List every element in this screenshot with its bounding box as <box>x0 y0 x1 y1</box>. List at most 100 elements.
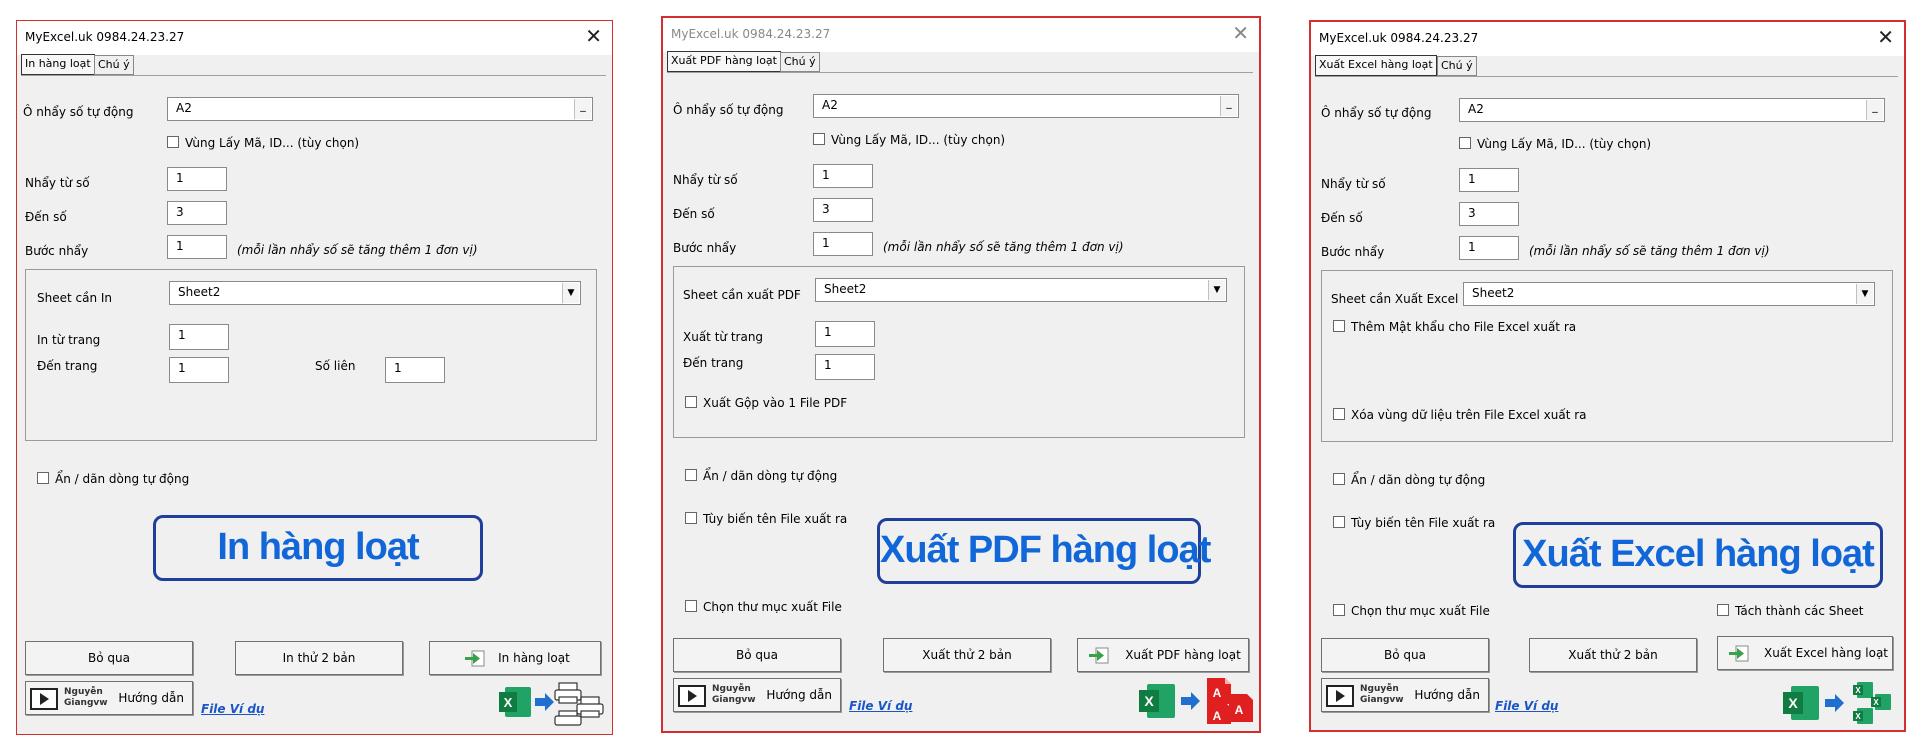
range-select-button[interactable]: _ <box>574 99 591 119</box>
help-button[interactable]: Nguyễn Giangvw Hướng dẫn <box>673 678 841 712</box>
run-export-excel-button[interactable]: Xuất Excel hàng loạt <box>1717 636 1893 670</box>
checkbox-box[interactable] <box>1333 516 1345 528</box>
choose-folder-checkbox[interactable]: Chọn thư mục xuất File <box>1333 604 1490 618</box>
rename-file-checkbox[interactable]: Tùy biến tên File xuất ra <box>1333 516 1495 530</box>
checkbox-box[interactable] <box>167 136 179 148</box>
checkbox-box[interactable] <box>1333 320 1345 332</box>
checkbox-box[interactable] <box>685 469 697 481</box>
page-to-input[interactable]: 1 <box>169 357 229 383</box>
from-input[interactable]: 1 <box>813 164 873 188</box>
choose-folder-checkbox[interactable]: Chọn thư mục xuất File <box>685 600 842 614</box>
range-select-button[interactable]: _ <box>1866 100 1883 120</box>
close-button[interactable]: ✕ <box>585 25 602 47</box>
checkbox-box[interactable] <box>685 396 697 408</box>
page-to-label: Đến trang <box>683 356 744 370</box>
rename-file-checkbox[interactable]: Tùy biến tên File xuất ra <box>685 512 847 526</box>
clear-data-checkbox[interactable]: Xóa vùng dữ liệu trên File Excel xuất ra <box>1333 408 1587 422</box>
tab-print[interactable]: In hàng loạt <box>21 54 95 75</box>
svg-text:X: X <box>504 695 513 710</box>
arrow-right-icon <box>535 693 554 711</box>
checkbox-box[interactable] <box>1333 408 1345 420</box>
sheet-select[interactable]: Sheet2 ▼ <box>815 278 1227 302</box>
id-range-checkbox[interactable]: Vùng Lấy Mã, ID... (tùy chọn) <box>167 136 359 150</box>
to-input[interactable]: 3 <box>813 198 873 222</box>
example-file-link[interactable]: File Ví dụ <box>201 702 264 716</box>
sheet-label: Sheet cần Xuất Excel <box>1331 292 1459 306</box>
help-label: Hướng dẫn <box>766 688 832 702</box>
close-button[interactable]: ✕ <box>1877 26 1894 48</box>
checkbox-box[interactable] <box>685 512 697 524</box>
dropdown-arrow-icon[interactable]: ▼ <box>1208 280 1225 300</box>
banner-title: In hàng loạt <box>153 515 483 581</box>
checkbox-box[interactable] <box>813 133 825 145</box>
skip-button[interactable]: Bỏ qua <box>25 641 193 675</box>
merge-pdf-checkbox[interactable]: Xuất Gộp vào 1 File PDF <box>685 396 847 410</box>
id-range-checkbox[interactable]: Vùng Lấy Mã, ID... (tùy chọn) <box>1459 137 1651 151</box>
range-select-button[interactable]: _ <box>1220 96 1237 116</box>
run-print-button[interactable]: In hàng loạt <box>429 641 601 675</box>
checkbox-box[interactable] <box>1459 137 1471 149</box>
to-input[interactable]: 3 <box>167 201 227 225</box>
dropdown-arrow-icon[interactable]: ▼ <box>562 283 579 303</box>
sheet-select[interactable]: Sheet2 ▼ <box>1463 282 1875 306</box>
id-range-checkbox[interactable]: Vùng Lấy Mã, ID... (tùy chọn) <box>813 133 1005 147</box>
tab-notes[interactable]: Chú ý <box>1437 56 1477 76</box>
tab-export-pdf[interactable]: Xuất PDF hàng loạt <box>667 51 781 72</box>
arrow-right-icon <box>1181 692 1200 710</box>
tab-notes[interactable]: Chú ý <box>780 52 820 72</box>
svg-text:A: A <box>1213 709 1222 723</box>
example-file-link[interactable]: File Ví dụ <box>1495 699 1558 713</box>
auto-number-input[interactable]: A2 _ <box>1459 98 1885 122</box>
tab-notes[interactable]: Chú ý <box>94 55 134 75</box>
auto-hide-checkbox[interactable]: Ẩn / dãn dòng tự động <box>685 469 837 483</box>
page-from-input[interactable]: 1 <box>169 324 229 350</box>
step-input[interactable]: 1 <box>813 232 873 256</box>
auto-number-value: A2 <box>176 101 192 115</box>
skip-button[interactable]: Bỏ qua <box>673 638 841 672</box>
test-export-button[interactable]: Xuất thử 2 bản <box>883 638 1051 672</box>
copies-input[interactable]: 1 <box>385 357 445 383</box>
help-button[interactable]: Nguyễn Giangvw Hướng dẫn <box>25 681 193 715</box>
dropdown-arrow-icon[interactable]: ▼ <box>1856 284 1873 304</box>
from-input[interactable]: 1 <box>167 167 227 191</box>
split-sheets-checkbox[interactable]: Tách thành các Sheet <box>1717 604 1863 618</box>
step-input[interactable]: 1 <box>1459 236 1519 260</box>
checkbox-box[interactable] <box>1333 604 1345 616</box>
svg-text:X: X <box>1855 712 1861 721</box>
step-label: Bước nhẩy <box>25 244 89 258</box>
help-button[interactable]: Nguyễn Giangvw Hướng dẫn <box>1321 678 1489 712</box>
sheet-select[interactable]: Sheet2 ▼ <box>169 281 581 305</box>
password-checkbox[interactable]: Thêm Mật khẩu cho File Excel xuất ra <box>1333 320 1576 334</box>
to-input[interactable]: 3 <box>1459 202 1519 226</box>
test-export-button[interactable]: Xuất thử 2 bản <box>1529 638 1697 672</box>
clear-data-label: Xóa vùng dữ liệu trên File Excel xuất ra <box>1351 408 1587 422</box>
page-to-input[interactable]: 1 <box>815 354 875 380</box>
checkbox-box[interactable] <box>1333 473 1345 485</box>
banner-title: Xuất PDF hàng loạt <box>877 518 1211 584</box>
auto-number-value: A2 <box>1468 102 1484 116</box>
dialog-export-pdf: MyExcel.uk 0984.24.23.27 ✕ Xuất PDF hàng… <box>661 16 1261 733</box>
split-sheets-label: Tách thành các Sheet <box>1735 604 1864 618</box>
test-print-button[interactable]: In thử 2 bản <box>235 641 403 675</box>
auto-number-input[interactable]: A2 _ <box>167 97 593 121</box>
example-file-link[interactable]: File Ví dụ <box>849 699 912 713</box>
arrow-right-icon <box>1825 694 1844 712</box>
tab-divider <box>1315 76 1898 77</box>
step-input[interactable]: 1 <box>167 235 227 259</box>
checkbox-box[interactable] <box>37 472 49 484</box>
checkbox-box[interactable] <box>1717 604 1729 616</box>
auto-number-input[interactable]: A2 _ <box>813 94 1239 118</box>
checkbox-box[interactable] <box>685 600 697 612</box>
auto-hide-checkbox[interactable]: Ẩn / dãn dòng tự động <box>1333 473 1485 487</box>
from-input[interactable]: 1 <box>1459 168 1519 192</box>
password-label: Thêm Mật khẩu cho File Excel xuất ra <box>1351 320 1577 334</box>
help-label: Hướng dẫn <box>1414 688 1480 702</box>
skip-button[interactable]: Bỏ qua <box>1321 638 1489 672</box>
page-from-input[interactable]: 1 <box>815 321 875 347</box>
auto-hide-checkbox[interactable]: Ẩn / dãn dòng tự động <box>37 472 189 486</box>
sheet-label: Sheet cần In <box>37 291 113 305</box>
run-export-pdf-button[interactable]: Xuất PDF hàng loạt <box>1077 638 1249 672</box>
tab-export-excel[interactable]: Xuất Excel hàng loạt <box>1315 55 1437 76</box>
close-button[interactable]: ✕ <box>1232 22 1249 44</box>
auto-number-label: Ô nhẩy số tự động <box>673 103 784 117</box>
